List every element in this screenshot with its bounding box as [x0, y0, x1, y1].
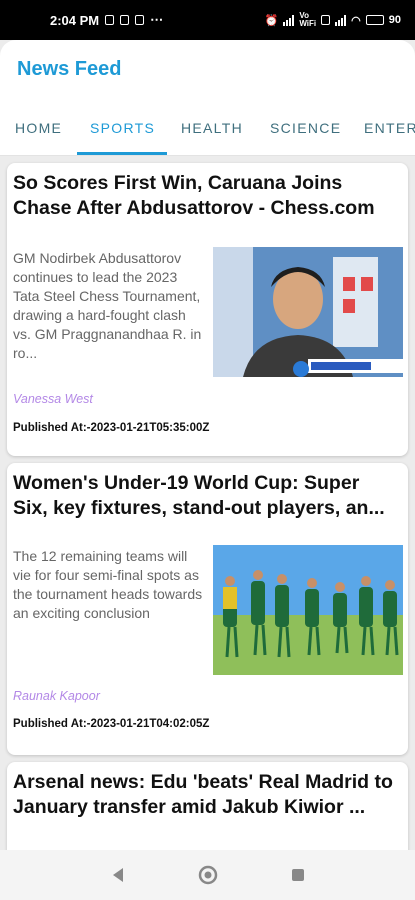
- more-icon: ⋯: [150, 12, 164, 27]
- news-feed-list[interactable]: So Scores First Win, Caruana Joins Chase…: [0, 156, 415, 850]
- active-tab-indicator: [77, 152, 167, 155]
- category-tabs: HOME SPORTS HEALTH SCIENCE ENTER: [0, 100, 415, 156]
- news-card[interactable]: Arsenal news: Edu 'beats' Real Madrid to…: [7, 762, 408, 850]
- status-bar: 2:04 PM ⋯ ⏰ Vo WiFi ◠ 90: [0, 0, 415, 40]
- article-author: Vanessa West: [13, 392, 93, 406]
- article-image[interactable]: [213, 545, 403, 675]
- tab-home[interactable]: HOME: [15, 120, 62, 136]
- youtube-icon: [135, 15, 145, 25]
- volte-icon: Vo WiFi: [299, 11, 317, 28]
- article-title[interactable]: Women's Under-19 World Cup: Super Six, k…: [13, 471, 398, 521]
- tab-sports[interactable]: SPORTS: [90, 120, 155, 136]
- tab-entertainment[interactable]: ENTER: [364, 120, 415, 136]
- tab-science[interactable]: SCIENCE: [270, 120, 341, 136]
- article-description: The 12 remaining teams will vie for four…: [13, 548, 203, 621]
- system-nav-bar: [0, 850, 415, 900]
- tab-health[interactable]: HEALTH: [181, 120, 243, 136]
- battery-icon: [365, 15, 384, 25]
- lte-icon: [321, 15, 331, 25]
- article-published-date: Published At:-2023-01-21T04:02:05Z: [13, 718, 210, 730]
- signal-icon: [283, 14, 295, 26]
- article-published-date: Published At:-2023-01-21T05:35:00Z: [13, 422, 210, 434]
- article-description: GM Nodirbek Abdusattorov continues to le…: [13, 250, 202, 361]
- delete-icon: [120, 15, 130, 25]
- battery-level: 90: [388, 14, 401, 26]
- article-title[interactable]: So Scores First Win, Caruana Joins Chase…: [13, 171, 398, 221]
- recents-square-icon[interactable]: [289, 866, 307, 884]
- news-card[interactable]: So Scores First Win, Caruana Joins Chase…: [7, 163, 408, 456]
- article-title[interactable]: Arsenal news: Edu 'beats' Real Madrid to…: [13, 770, 398, 820]
- status-time: 2:04 PM: [50, 12, 100, 28]
- alarm-icon: ⏰: [264, 14, 279, 27]
- home-circle-icon[interactable]: [197, 864, 219, 886]
- wifi-icon: ◠: [351, 14, 361, 27]
- signal-2-icon: [335, 14, 347, 26]
- news-card[interactable]: Women's Under-19 World Cup: Super Six, k…: [7, 463, 408, 755]
- article-author: Raunak Kapoor: [13, 689, 100, 703]
- phone-screen: 2:04 PM ⋯ ⏰ Vo WiFi ◠ 90 News Feed HOME S…: [0, 0, 415, 900]
- back-triangle-icon[interactable]: [109, 866, 127, 884]
- article-image[interactable]: [213, 247, 403, 377]
- app-bar: News Feed: [0, 40, 415, 100]
- app-title: News Feed: [17, 58, 122, 80]
- sim-icon: [105, 15, 115, 25]
